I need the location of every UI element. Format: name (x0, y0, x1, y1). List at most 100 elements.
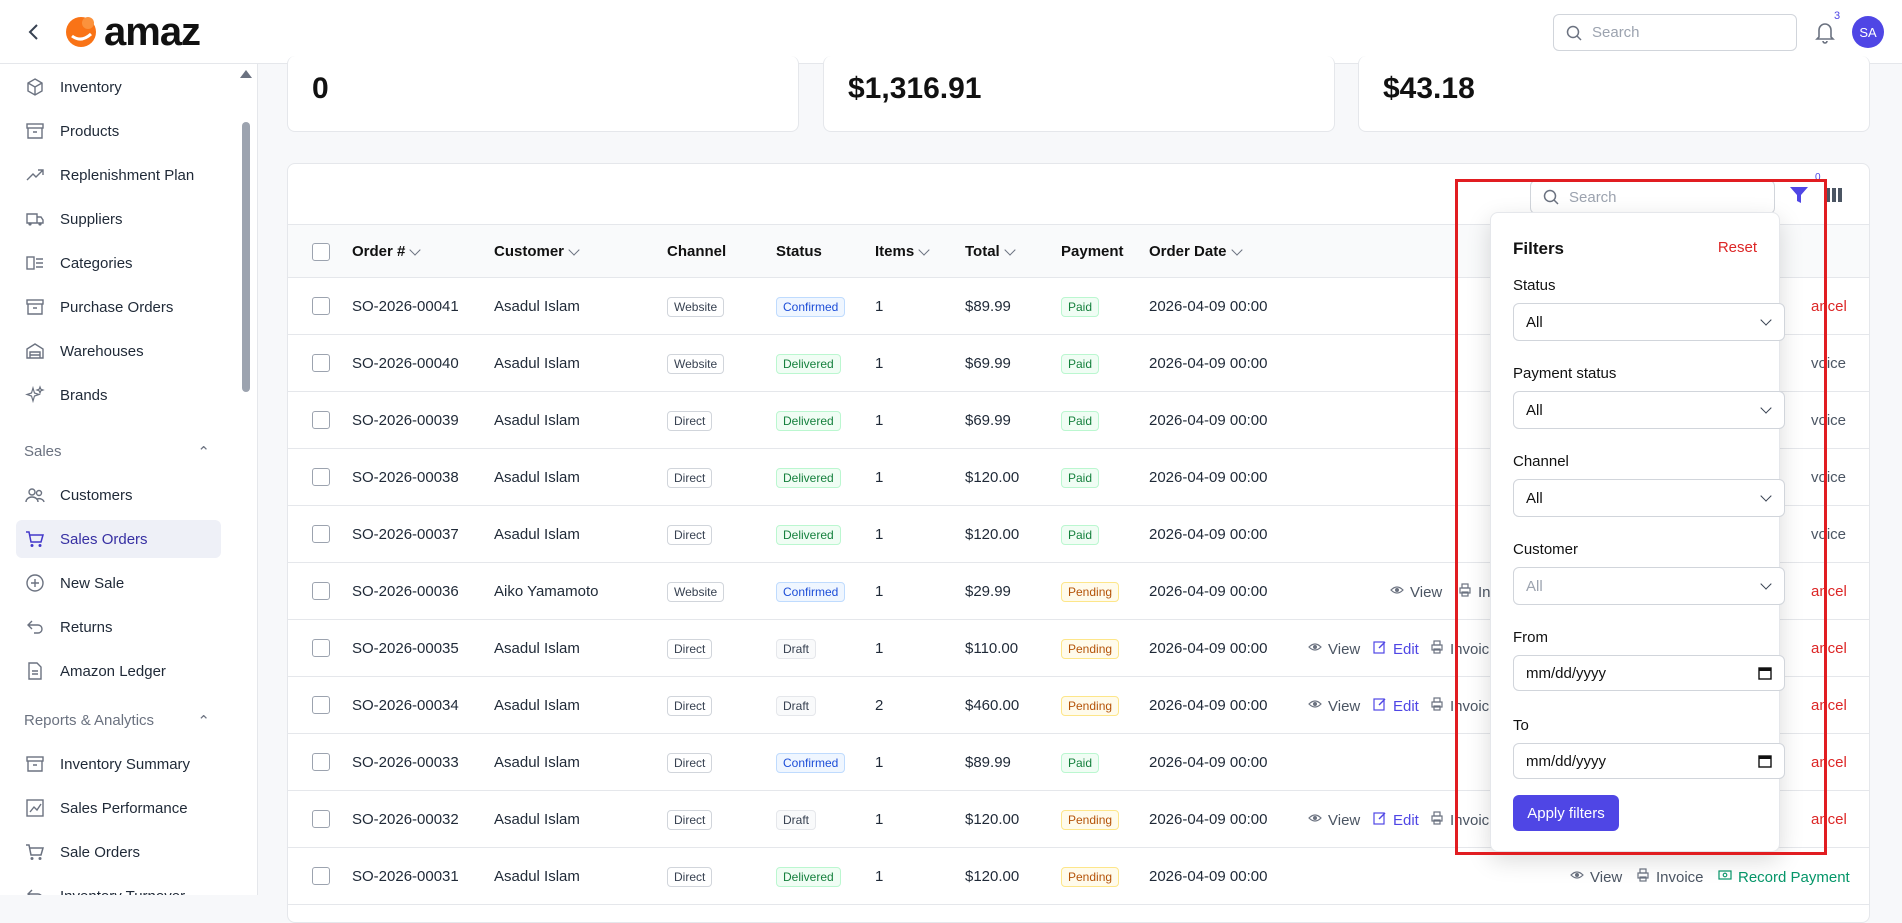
view-action[interactable]: View (1308, 697, 1360, 715)
payment-badge: Pending (1061, 810, 1120, 830)
column-header-customer[interactable]: Customer (494, 243, 580, 260)
action-label: View (1328, 811, 1361, 829)
column-header-total[interactable]: Total (965, 243, 1016, 260)
columns-icon[interactable] (1825, 186, 1843, 204)
archive-icon (24, 753, 46, 775)
action-label: View (1328, 640, 1361, 658)
order-number[interactable]: SO-2026-00032 (352, 811, 459, 828)
sidebar-item-sales-performance[interactable]: Sales Performance (16, 789, 221, 827)
order-total: $110.00 (965, 640, 1019, 657)
row-checkbox[interactable] (312, 468, 330, 486)
sidebar-item-purchase-orders[interactable]: Purchase Orders (16, 288, 221, 326)
order-number[interactable]: SO-2026-00035 (352, 640, 459, 657)
app-logo[interactable]: amaz (62, 12, 201, 52)
sidebar-section-reports[interactable]: Reports & Analytics ⌃ (24, 712, 210, 730)
table-row[interactable]: SO-2026-00031 Asadul Islam Direct Delive… (288, 848, 1869, 905)
column-header-order-date[interactable]: Order Date (1149, 243, 1243, 260)
sidebar-item-brands[interactable]: Brands (16, 376, 221, 414)
sidebar-item-replenishment-plan[interactable]: Replenishment Plan (16, 156, 221, 194)
sidebar-item-label: Replenishment Plan (60, 166, 195, 184)
chevron-down-icon (568, 243, 580, 256)
status-badge: Draft (776, 696, 817, 716)
column-header-items[interactable]: Items (875, 243, 930, 260)
printer-icon (1430, 811, 1444, 829)
sidebar-item-inventory-turnover[interactable]: Inventory Turnover (16, 877, 221, 895)
printer-icon (1636, 868, 1650, 886)
sidebar-scrollbar[interactable] (242, 122, 250, 392)
column-label: Total (965, 243, 1000, 260)
sidebar-item-suppliers[interactable]: Suppliers (16, 200, 221, 238)
sidebar-item-new-sale[interactable]: New Sale (16, 564, 221, 602)
order-date: 2026-04-09 00:00 (1149, 754, 1268, 771)
eye-icon (1308, 811, 1322, 829)
column-header-order[interactable]: Order # (352, 243, 422, 260)
payment-icon (1718, 868, 1732, 886)
sidebar-item-categories[interactable]: Categories (16, 244, 221, 282)
items-count: 1 (875, 526, 884, 543)
order-number[interactable]: SO-2026-00038 (352, 469, 459, 486)
channel-badge: Direct (667, 411, 713, 431)
action-label: Record Payment (1738, 868, 1850, 886)
order-number[interactable]: SO-2026-00039 (352, 412, 459, 429)
row-checkbox[interactable] (312, 525, 330, 543)
row-checkbox[interactable] (312, 753, 330, 771)
edit-action[interactable]: Edit (1373, 697, 1419, 715)
order-number[interactable]: SO-2026-00036 (352, 583, 459, 600)
return-icon (24, 616, 46, 638)
chevron-down-icon (1004, 243, 1016, 256)
row-checkbox[interactable] (312, 411, 330, 429)
row-checkbox[interactable] (312, 867, 330, 885)
view-action[interactable]: View (1390, 583, 1442, 601)
top-bar: amaz Search 3 SA (0, 0, 1902, 64)
sidebar-item-returns[interactable]: Returns (16, 608, 221, 646)
row-checkbox[interactable] (312, 639, 330, 657)
sidebar-item-inventory-summary[interactable]: Inventory Summary (16, 745, 221, 783)
sidebar-item-label: Returns (60, 618, 113, 636)
edit-action[interactable]: Edit (1373, 640, 1419, 658)
row-checkbox[interactable] (312, 297, 330, 315)
status-badge: Delivered (776, 354, 841, 374)
view-action[interactable]: View (1308, 640, 1360, 658)
payment-badge: Paid (1061, 354, 1100, 374)
items-count: 2 (875, 697, 884, 714)
row-checkbox[interactable] (312, 582, 330, 600)
order-number[interactable]: SO-2026-00033 (352, 754, 459, 771)
global-search-input[interactable]: Search (1553, 14, 1797, 51)
select-all-checkbox[interactable] (312, 243, 330, 261)
sidebar-item-sales-orders[interactable]: Sales Orders (16, 520, 221, 558)
view-action[interactable]: View (1308, 811, 1360, 829)
sidebar-item-inventory[interactable]: Inventory (16, 68, 221, 106)
order-number[interactable]: SO-2026-00034 (352, 697, 459, 714)
row-checkbox[interactable] (312, 354, 330, 372)
record-payment-action[interactable]: Record Payment (1718, 868, 1850, 886)
sidebar-item-customers[interactable]: Customers (16, 476, 221, 514)
sidebar-item-sale-orders[interactable]: Sale Orders (16, 833, 221, 871)
sidebar-item-warehouses[interactable]: Warehouses (16, 332, 221, 370)
category-icon (24, 252, 46, 274)
order-number[interactable]: SO-2026-00041 (352, 298, 459, 315)
sidebar-section-sales[interactable]: Sales ⌃ (24, 443, 210, 461)
back-arrow-icon[interactable] (20, 18, 48, 46)
order-date: 2026-04-09 00:00 (1149, 583, 1268, 600)
sidebar-item-label: Purchase Orders (60, 298, 174, 316)
row-checkbox[interactable] (312, 810, 330, 828)
sidebar-item-products[interactable]: Products (16, 112, 221, 150)
view-action[interactable]: View (1570, 868, 1622, 886)
scroll-up-arrow-icon[interactable] (240, 70, 252, 78)
order-date: 2026-04-09 00:00 (1149, 469, 1268, 486)
edit-icon (1373, 811, 1387, 829)
order-number[interactable]: SO-2026-00031 (352, 868, 459, 885)
avatar[interactable]: SA (1852, 16, 1884, 48)
sidebar-item-label: Inventory Turnover (60, 888, 185, 896)
order-number[interactable]: SO-2026-00040 (352, 355, 459, 372)
sidebar-item-amazon-ledger[interactable]: Amazon Ledger (16, 652, 221, 690)
order-number[interactable]: SO-2026-00037 (352, 526, 459, 543)
channel-badge: Website (667, 354, 725, 374)
column-label: Status (776, 243, 822, 260)
channel-badge: Direct (667, 696, 713, 716)
bell-icon[interactable] (1812, 18, 1838, 46)
row-checkbox[interactable] (312, 696, 330, 714)
edit-action[interactable]: Edit (1373, 811, 1419, 829)
invoice-action[interactable]: Invoice (1636, 868, 1704, 886)
sidebar-item-label: Products (60, 122, 120, 140)
